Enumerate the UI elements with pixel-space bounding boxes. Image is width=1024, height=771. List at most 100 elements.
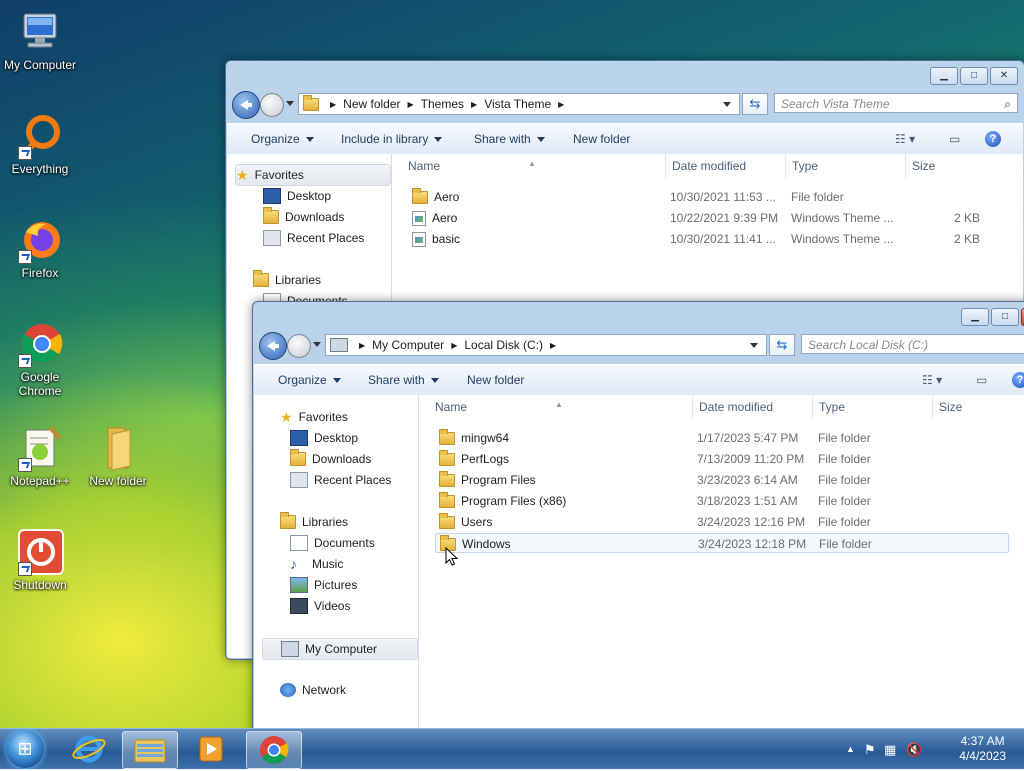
address-bar[interactable]: ▶ New folder ▶ Themes ▶ Vista Theme ▶ bbox=[298, 93, 740, 115]
minimize-button[interactable]: ▁ bbox=[930, 67, 958, 85]
refresh-button[interactable]: ⇆ bbox=[742, 93, 768, 115]
folder-icon bbox=[439, 512, 455, 529]
column-header-size[interactable]: Size bbox=[933, 395, 1013, 419]
action-center-flag-icon[interactable]: ⚑ bbox=[864, 742, 876, 758]
title-bar[interactable]: ▁ □ ✕ bbox=[226, 61, 1024, 89]
nav-recent-places[interactable]: Recent Places bbox=[290, 470, 391, 490]
preview-pane-icon[interactable]: ▭ bbox=[949, 132, 960, 146]
refresh-button[interactable]: ⇆ bbox=[769, 334, 795, 356]
column-header-name[interactable]: Name ▲ bbox=[429, 395, 693, 419]
nav-network[interactable]: Network bbox=[280, 680, 346, 700]
search-input[interactable]: Search Vista Theme ⌕ bbox=[774, 93, 1018, 113]
organize-button[interactable]: Organize bbox=[278, 373, 341, 387]
desktop-icon bbox=[263, 188, 281, 204]
nav-libraries[interactable]: Libraries bbox=[253, 270, 321, 290]
column-header-name[interactable]: Name ▲ bbox=[402, 154, 666, 178]
windows-logo-icon: ⊞ bbox=[17, 738, 33, 759]
column-header-type[interactable]: Type bbox=[786, 154, 906, 178]
preview-pane-icon[interactable]: ▭ bbox=[976, 373, 987, 387]
start-button[interactable]: ⊞ bbox=[6, 730, 44, 768]
file-row[interactable]: mingw64 1/17/2023 5:47 PM File folder bbox=[435, 428, 1009, 448]
explorer-window-local-disk[interactable]: ▁ □ ✕ ▶ My Computer ▶ Local Disk (C:) ▶ bbox=[252, 301, 1024, 728]
nav-favorites[interactable]: ★ Favorites bbox=[235, 164, 391, 186]
file-row[interactable]: basic 10/30/2021 11:41 ... Windows Theme… bbox=[408, 229, 1008, 249]
desktop-icon-notepad-plus-plus[interactable]: Notepad++ bbox=[0, 424, 80, 488]
taskbar-chrome[interactable] bbox=[246, 731, 302, 769]
file-row[interactable]: Users 3/24/2023 12:16 PM File folder bbox=[435, 512, 1009, 532]
breadcrumb-item[interactable]: Local Disk (C:) bbox=[464, 338, 543, 352]
nav-music[interactable]: ♪ Music bbox=[290, 554, 343, 574]
new-folder-button[interactable]: New folder bbox=[467, 373, 524, 387]
close-button[interactable]: ✕ bbox=[990, 67, 1018, 85]
file-row[interactable]: Program Files 3/23/2023 6:14 AM File fol… bbox=[435, 470, 1009, 490]
share-with-button[interactable]: Share with bbox=[474, 132, 545, 146]
column-header-size[interactable]: Size bbox=[906, 154, 986, 178]
change-view-icon[interactable]: ☷ ▾ bbox=[922, 373, 942, 387]
file-row[interactable]: Aero 10/30/2021 11:53 ... File folder bbox=[408, 187, 1008, 207]
network-status-icon[interactable]: ▦ bbox=[884, 742, 896, 758]
taskbar-internet-explorer[interactable] bbox=[62, 731, 116, 767]
computer-icon bbox=[281, 641, 299, 657]
navigation-pane: ★ Favorites Desktop Downloads Recent Plac… bbox=[254, 395, 419, 728]
maximize-button[interactable]: □ bbox=[960, 67, 988, 85]
desktop-icon-shutdown[interactable]: Shutdown bbox=[0, 528, 80, 592]
recent-pages-dropdown[interactable] bbox=[286, 101, 294, 106]
recent-pages-dropdown[interactable] bbox=[313, 342, 321, 347]
breadcrumb-item[interactable]: Themes bbox=[421, 97, 464, 111]
taskbar-explorer[interactable] bbox=[122, 731, 178, 769]
shortcut-arrow-icon bbox=[18, 458, 32, 472]
file-row[interactable]: Aero 10/22/2021 9:39 PM Windows Theme ..… bbox=[408, 208, 1008, 228]
desktop-icon-google-chrome[interactable]: Google Chrome bbox=[0, 320, 80, 398]
address-dropdown[interactable] bbox=[750, 343, 758, 348]
volume-muted-icon[interactable]: 🔇 bbox=[906, 742, 922, 758]
new-folder-button[interactable]: New folder bbox=[573, 132, 630, 146]
column-header-type[interactable]: Type bbox=[813, 395, 933, 419]
address-dropdown[interactable] bbox=[723, 102, 731, 107]
media-player-icon bbox=[199, 736, 223, 762]
nav-downloads[interactable]: Downloads bbox=[290, 449, 371, 469]
nav-pictures[interactable]: Pictures bbox=[290, 575, 357, 595]
column-header-date-modified[interactable]: Date modified bbox=[666, 154, 786, 178]
nav-my-computer[interactable]: My Computer bbox=[262, 638, 418, 660]
help-icon[interactable]: ? bbox=[1012, 372, 1024, 388]
share-with-button[interactable]: Share with bbox=[368, 373, 439, 387]
refresh-icon: ⇆ bbox=[749, 96, 761, 111]
organize-button[interactable]: Organize bbox=[251, 132, 314, 146]
file-row[interactable]: Windows 3/24/2023 12:18 PM File folder bbox=[435, 533, 1009, 553]
desktop-icon-new-folder[interactable]: New folder bbox=[78, 424, 158, 488]
nav-downloads[interactable]: Downloads bbox=[263, 207, 344, 227]
minimize-button[interactable]: ▁ bbox=[961, 308, 989, 326]
include-in-library-button[interactable]: Include in library bbox=[341, 132, 443, 146]
folder-icon bbox=[303, 94, 319, 111]
search-icon[interactable]: ⌕ bbox=[1004, 94, 1011, 114]
breadcrumb-item[interactable]: Vista Theme bbox=[484, 97, 551, 111]
desktop-icon-everything[interactable]: Everything bbox=[0, 112, 80, 176]
nav-libraries[interactable]: Libraries bbox=[280, 512, 348, 532]
nav-favorites[interactable]: ★ Favorites bbox=[280, 407, 348, 427]
desktop-icon-my-computer[interactable]: My Computer bbox=[0, 8, 80, 72]
search-input[interactable]: Search Local Disk (C:) bbox=[801, 334, 1024, 354]
file-row[interactable]: Program Files (x86) 3/18/2023 1:51 AM Fi… bbox=[435, 491, 1009, 511]
nav-desktop[interactable]: Desktop bbox=[290, 428, 358, 448]
breadcrumb-item[interactable]: New folder bbox=[343, 97, 400, 111]
forward-button[interactable] bbox=[260, 93, 284, 117]
clock[interactable]: 4:37 AM 4/4/2023 bbox=[959, 734, 1006, 764]
change-view-icon[interactable]: ☷ ▾ bbox=[895, 132, 915, 146]
back-button[interactable] bbox=[259, 332, 287, 360]
breadcrumb-item[interactable]: My Computer bbox=[372, 338, 444, 352]
maximize-button[interactable]: □ bbox=[991, 308, 1019, 326]
column-header-date-modified[interactable]: Date modified bbox=[693, 395, 813, 419]
help-icon[interactable]: ? bbox=[985, 131, 1001, 147]
address-bar[interactable]: ▶ My Computer ▶ Local Disk (C:) ▶ bbox=[325, 334, 767, 356]
show-hidden-icons-icon[interactable]: ▲ bbox=[846, 744, 855, 754]
desktop-icon-firefox[interactable]: Firefox bbox=[0, 216, 80, 280]
forward-button[interactable] bbox=[287, 334, 311, 358]
nav-recent-places[interactable]: Recent Places bbox=[263, 228, 364, 248]
nav-videos[interactable]: Videos bbox=[290, 596, 350, 616]
nav-desktop[interactable]: Desktop bbox=[263, 186, 331, 206]
taskbar-media-player[interactable] bbox=[184, 731, 238, 767]
nav-documents[interactable]: Documents bbox=[290, 533, 375, 553]
back-button[interactable] bbox=[232, 91, 260, 119]
file-row[interactable]: PerfLogs 7/13/2009 11:20 PM File folder bbox=[435, 449, 1009, 469]
title-bar[interactable]: ▁ □ ✕ bbox=[253, 302, 1024, 330]
